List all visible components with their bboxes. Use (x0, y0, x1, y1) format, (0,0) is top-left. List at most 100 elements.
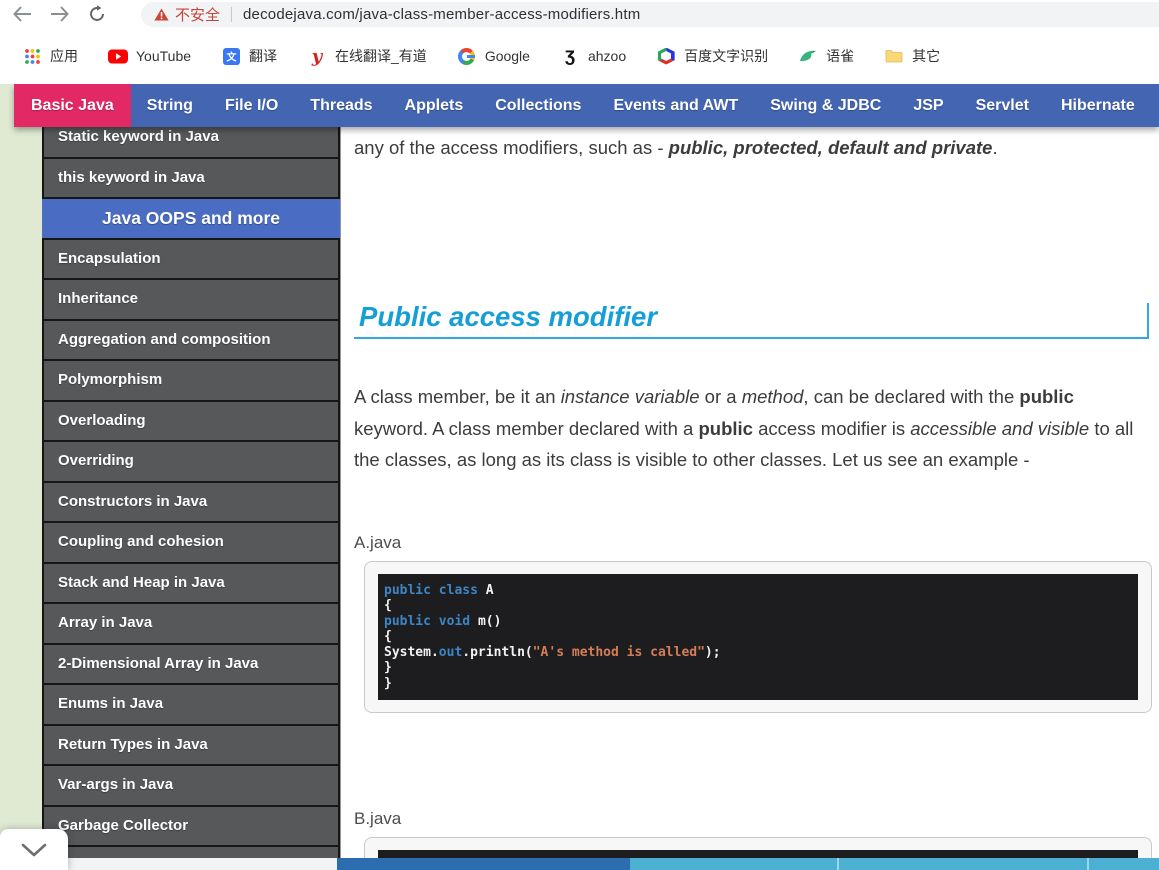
nav-item-threads[interactable]: Threads (294, 84, 388, 127)
text-segment: public (698, 418, 752, 439)
code-token: ); (705, 645, 721, 660)
sidebar-item-array-in-java[interactable]: Array in Java (44, 604, 338, 645)
footer-bar-blue-segment (337, 858, 630, 870)
sidebar-item-var-args-in-java[interactable]: Var-args in Java (44, 766, 338, 807)
bookmarks-bar: 应用 YouTube 文翻译 y在线翻译_有道 Google ʒahzoo 百度文字识别 语雀… (0, 28, 1159, 84)
sidebar-item-encapsulation[interactable]: Encapsulation (44, 240, 338, 281)
sidebar: Static keyword in Javathis keyword in Ja… (42, 127, 340, 870)
nav-item-basic-java[interactable]: Basic Java (14, 84, 131, 127)
address-bar[interactable]: 不安全 decodejava.com/java-class-member-acc… (141, 2, 1159, 27)
back-arrow-icon (12, 6, 32, 22)
bookmark-item-7[interactable]: 语雀 (798, 46, 854, 66)
bookmark-item-2[interactable]: 文翻译 (221, 46, 277, 66)
webpage: Basic JavaStringFile I/OThreadsAppletsCo… (0, 84, 1159, 870)
sidebar-item-garbage-collector[interactable]: Garbage Collector (44, 807, 338, 848)
bookmark-item-3[interactable]: y在线翻译_有道 (307, 46, 427, 66)
code-token: } (384, 676, 392, 691)
scroll-down-button[interactable] (0, 829, 68, 870)
sidebar-item-aggregation-and-composition[interactable]: Aggregation and composition (44, 321, 338, 362)
back-button[interactable] (12, 6, 32, 22)
text-segment: . (992, 137, 997, 158)
footer-bar-divider (837, 858, 839, 870)
section-heading: Public access modifier (354, 303, 1149, 339)
code-token: println( (470, 645, 533, 660)
bookmark-label: ahzoo (588, 48, 626, 64)
bookmark-youtube[interactable]: YouTube (108, 47, 191, 65)
not-secure-label: 不安全 (175, 4, 220, 25)
bookmark-item-8[interactable]: 其它 (884, 46, 940, 66)
nav-item-events-and-awt[interactable]: Events and AWT (597, 84, 754, 127)
nav-item-string[interactable]: String (131, 84, 209, 127)
nav-item-swing-jdbc[interactable]: Swing & JDBC (754, 84, 897, 127)
bookmark-label: 翻译 (249, 46, 277, 66)
text-segment: or a (700, 386, 742, 407)
code-token: { (384, 629, 392, 644)
forward-arrow-icon (50, 6, 70, 22)
youdao-icon: y (307, 47, 327, 65)
text-segment: , can be declared with the (803, 386, 1019, 407)
code-examples: A.javapublic class A{public void m(){Sys… (354, 533, 1159, 870)
nav-item-applets[interactable]: Applets (389, 84, 480, 127)
footer-bar-divider (1087, 858, 1089, 870)
sidebar-item-return-types-in-java[interactable]: Return Types in Java (44, 726, 338, 767)
chevron-down-icon (21, 843, 47, 857)
reload-icon (88, 5, 106, 23)
nav-item-hibernate[interactable]: Hibernate (1045, 84, 1151, 127)
sidebar-item-overriding[interactable]: Overriding (44, 442, 338, 483)
code-token: public (384, 614, 439, 629)
nav-item-collections[interactable]: Collections (479, 84, 597, 127)
sidebar-item-enums-in-java[interactable]: Enums in Java (44, 685, 338, 726)
bookmark-label: Google (485, 48, 530, 64)
text-segment: keyword. A class member declared with a (354, 418, 698, 439)
sidebar-item-polymorphism[interactable]: Polymorphism (44, 361, 338, 402)
nav-item-jsp[interactable]: JSP (897, 84, 959, 127)
code-token: void (439, 614, 478, 629)
translate-icon: 文 (221, 47, 241, 65)
nav-item-spring[interactable]: Spring (1151, 84, 1159, 127)
bookmark-item-6[interactable]: 百度文字识别 (656, 46, 768, 66)
ahzoo-icon: ʒ (560, 47, 580, 65)
sidebar-item-java-oops-and-more[interactable]: Java OOPS and more (42, 199, 340, 240)
text-segment: method (742, 386, 804, 407)
body-paragraph: A class member, be it an instance variab… (354, 381, 1146, 476)
code-line: public class A (384, 583, 1128, 599)
sidebar-item-inheritance[interactable]: Inheritance (44, 280, 338, 321)
code-token: public (384, 583, 439, 598)
main-content: any of the access modifiers, such as - p… (340, 127, 1159, 870)
sidebar-item-stack-and-heap-in-java[interactable]: Stack and Heap in Java (44, 564, 338, 605)
browser-toolbar: 不安全 decodejava.com/java-class-member-acc… (0, 0, 1159, 28)
forward-button[interactable] (50, 6, 70, 22)
sidebar-item-static-keyword-in-java[interactable]: Static keyword in Java (44, 127, 338, 159)
nav-item-servlet[interactable]: Servlet (960, 84, 1045, 127)
sidebar-item-constructors-in-java[interactable]: Constructors in Java (44, 483, 338, 524)
reload-button[interactable] (88, 5, 106, 23)
code-token: System (384, 645, 431, 660)
code-line: System.out.println("A's method is called… (384, 645, 1128, 661)
sidebar-item-overloading[interactable]: Overloading (44, 402, 338, 443)
code-token: class (439, 583, 486, 598)
bookmark-ahzoo[interactable]: ʒahzoo (560, 47, 626, 65)
nav-item-file-i-o[interactable]: File I/O (209, 84, 294, 127)
site-body: Static keyword in Javathis keyword in Ja… (0, 127, 1159, 870)
apps-grid-icon (22, 47, 42, 65)
bookmark-label: YouTube (136, 48, 191, 64)
code-line: { (384, 629, 1128, 645)
bookmark-label: 语雀 (826, 46, 854, 66)
text-segment: access modifier is (753, 418, 910, 439)
sidebar-item-this-keyword-in-java[interactable]: this keyword in Java (44, 159, 338, 200)
sidebar-item-2-dimensional-array-in-java[interactable]: 2-Dimensional Array in Java (44, 645, 338, 686)
code-token: { (384, 598, 392, 613)
code-line: { (384, 598, 1128, 614)
code-block: public class A{public void m(){System.ou… (378, 574, 1138, 701)
not-secure-warning-icon (154, 8, 169, 21)
code-token: A (486, 583, 494, 598)
code-section-a-java: A.javapublic class A{public void m(){Sys… (354, 533, 1159, 714)
bookmark-item-0[interactable]: 应用 (22, 46, 78, 66)
bookmark-google[interactable]: Google (457, 47, 530, 65)
footer-bar-cyan-segment (630, 858, 1159, 870)
code-token: } (384, 660, 392, 675)
folder-icon (884, 47, 904, 65)
text-segment: any of the access modifiers, such as - (354, 137, 669, 158)
sidebar-item-coupling-and-cohesion[interactable]: Coupling and cohesion (44, 523, 338, 564)
yuque-icon (798, 47, 818, 65)
